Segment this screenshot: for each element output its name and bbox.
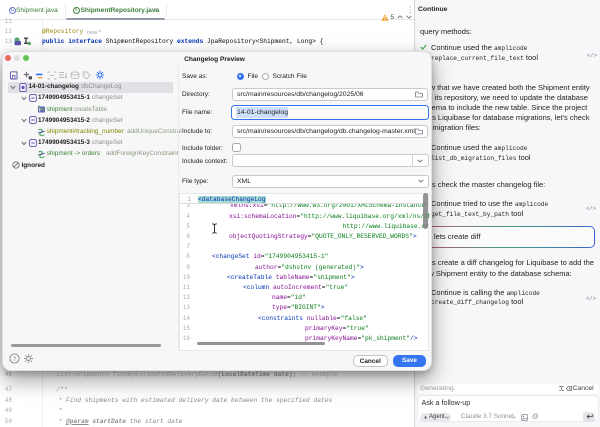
svg-text:?: ? (12, 356, 16, 363)
